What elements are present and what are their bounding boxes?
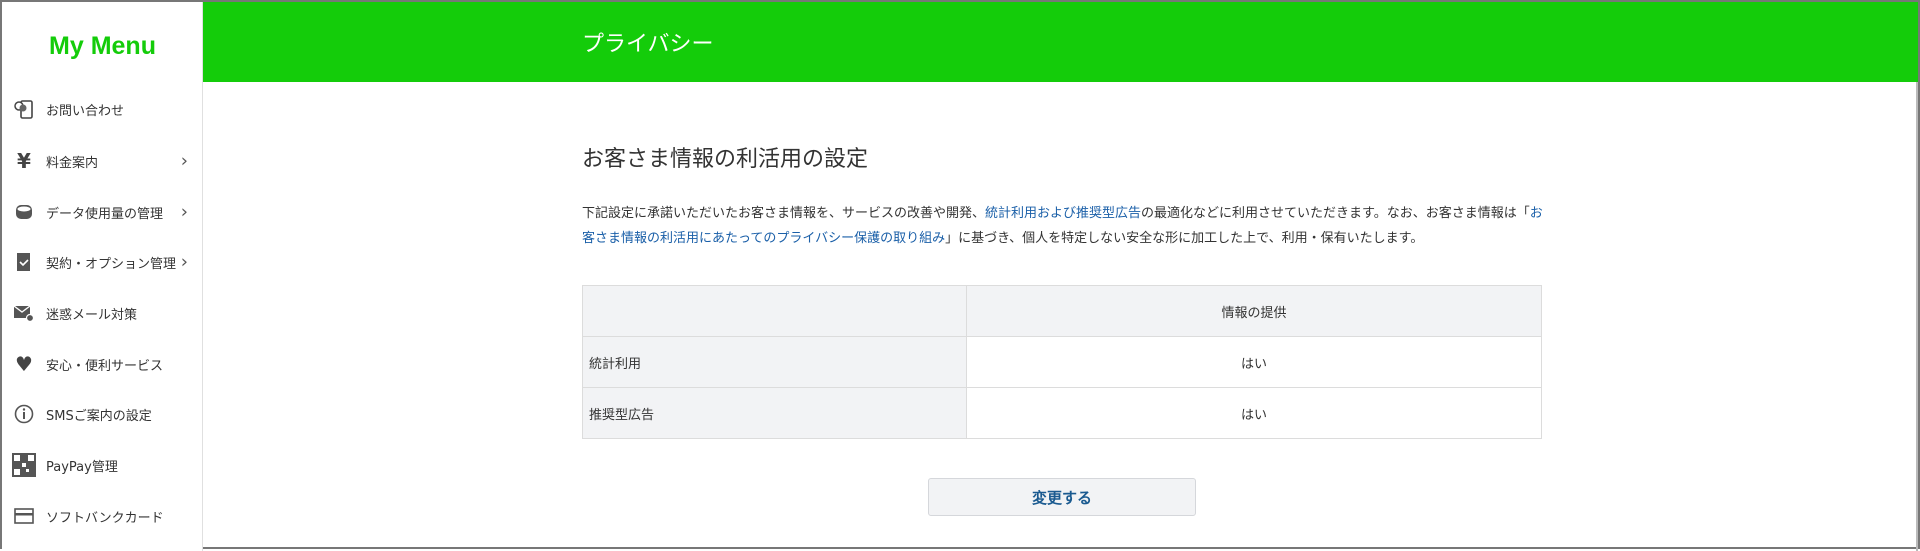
description: 下記設定に承諾いただいたお客さま情報を、サービスの改善や開発、統計利用および推奨… — [582, 201, 1544, 251]
table-header-row: 情報の提供 — [582, 285, 1542, 337]
yen-icon: ¥ — [17, 149, 31, 173]
sidebar-item-safety-services[interactable]: ♥ 安心・便利サービス — [2, 344, 202, 384]
table-header-cell: 情報の提供 — [966, 285, 1542, 337]
chevron-right-icon: › — [180, 150, 188, 172]
card-icon — [12, 508, 36, 524]
sidebar-item-spam-mail[interactable]: 迷惑メール対策 — [2, 293, 202, 333]
sidebar-item-label: 安心・便利サービス — [46, 358, 164, 374]
sidebar-item-sms-settings[interactable]: SMSご案内の設定 — [2, 394, 202, 434]
sidebar-item-data-usage[interactable]: データ使用量の管理 › — [2, 192, 202, 232]
sidebar-item-label: 料金案内 — [46, 155, 99, 171]
support-phone-icon — [12, 98, 36, 120]
row-label: 統計利用 — [582, 336, 967, 388]
sidebar-item-contract[interactable]: 契約・オプション管理 › — [2, 242, 202, 282]
page-title: プライバシー — [582, 32, 714, 57]
sidebar-item-contact[interactable]: お問い合わせ — [2, 89, 202, 129]
sidebar-item-label: 契約・オプション管理 — [46, 256, 177, 272]
sidebar-item-label: お問い合わせ — [46, 103, 125, 119]
heart-icon: ♥ — [15, 352, 33, 376]
desc-text: 下記設定に承諾いただいたお客さま情報を、サービスの改善や開発、 — [582, 206, 986, 221]
chevron-right-icon: › — [180, 201, 188, 223]
row-label: 推奨型広告 — [582, 387, 967, 439]
settings-table: 情報の提供 統計利用 はい 推奨型広告 はい — [582, 285, 1542, 439]
table-row: 統計利用 はい — [582, 336, 1542, 388]
page-header: プライバシー — [203, 2, 1918, 82]
sidebar-item-paypay[interactable]: PayPay管理 — [2, 445, 202, 485]
stats-ads-link[interactable]: 統計利用および推奨型広告 — [985, 206, 1141, 221]
sidebar-item-billing[interactable]: ¥ 料金案内 › — [2, 141, 202, 181]
mail-gear-icon — [12, 304, 36, 322]
sidebar-item-label: PayPay管理 — [46, 459, 118, 475]
change-button[interactable]: 変更する — [928, 478, 1196, 516]
sidebar-item-label: ソフトバンクカード — [46, 510, 164, 526]
desc-text: 」に基づき、個人を特定しない安全な形に加工した上で、利用・保有いたします。 — [945, 231, 1424, 246]
database-icon — [12, 203, 36, 221]
desc-text: の最適化などに利用させていただきます。なお、お客さま情報は「 — [1141, 206, 1530, 221]
sidebar: My Menu お問い合わせ ¥ 料金案内 › データ使用量の管理 › 契約・オプショ… — [2, 2, 203, 551]
row-value: はい — [966, 387, 1542, 439]
chevron-right-icon: › — [180, 251, 188, 273]
sidebar-item-label: 迷惑メール対策 — [46, 307, 138, 323]
my-menu-logo: My Menu — [49, 32, 156, 60]
row-value: はい — [966, 336, 1542, 388]
contract-check-icon — [12, 252, 36, 272]
table-header-cell — [582, 285, 967, 337]
info-icon — [12, 404, 36, 424]
sidebar-item-label: SMSご案内の設定 — [46, 408, 152, 424]
section-title: お客さま情報の利活用の設定 — [582, 147, 869, 172]
sidebar-item-label: データ使用量の管理 — [46, 206, 164, 222]
scrollbar[interactable] — [1916, 82, 1918, 551]
qr-code-icon — [12, 453, 36, 477]
table-row: 推奨型広告 はい — [582, 387, 1542, 439]
sidebar-item-softbank-card[interactable]: ソフトバンクカード — [2, 496, 202, 536]
